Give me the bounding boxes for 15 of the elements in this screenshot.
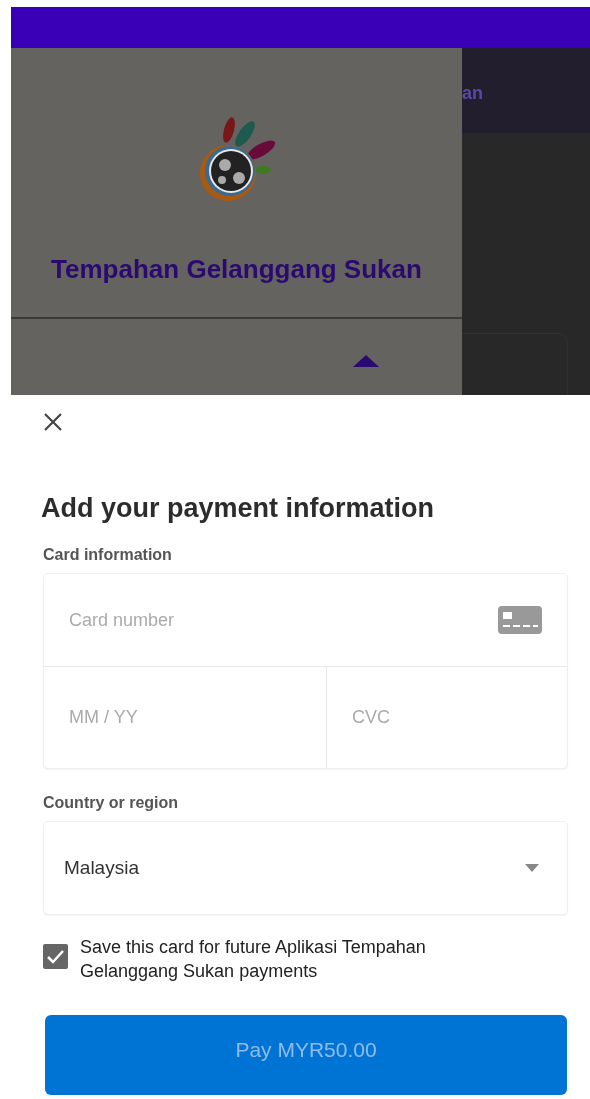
expiry-field[interactable]: MM / YY	[44, 667, 301, 768]
checkbox-label: Save this card for future Aplikasi Tempahan Gelanggang Sukan payments	[80, 936, 427, 983]
caret-icon	[352, 355, 379, 367]
cvc-field[interactable]: CVC	[327, 667, 584, 768]
card-number-field[interactable]: Card number	[44, 574, 498, 666]
checkbox[interactable]	[43, 944, 68, 969]
dropdown-arrow-icon	[525, 864, 539, 872]
field-label: Card information	[43, 546, 173, 564]
field-label: Country or region	[43, 794, 180, 812]
sheet-title: Add your payment information	[41, 493, 436, 524]
close-icon[interactable]	[44, 413, 62, 431]
header-title: an	[462, 82, 483, 104]
credit-card-icon	[498, 606, 542, 634]
country-dropdown[interactable]: Malaysia	[44, 822, 567, 914]
app-title: Tempahan Gelanggang Sukan	[51, 254, 422, 285]
